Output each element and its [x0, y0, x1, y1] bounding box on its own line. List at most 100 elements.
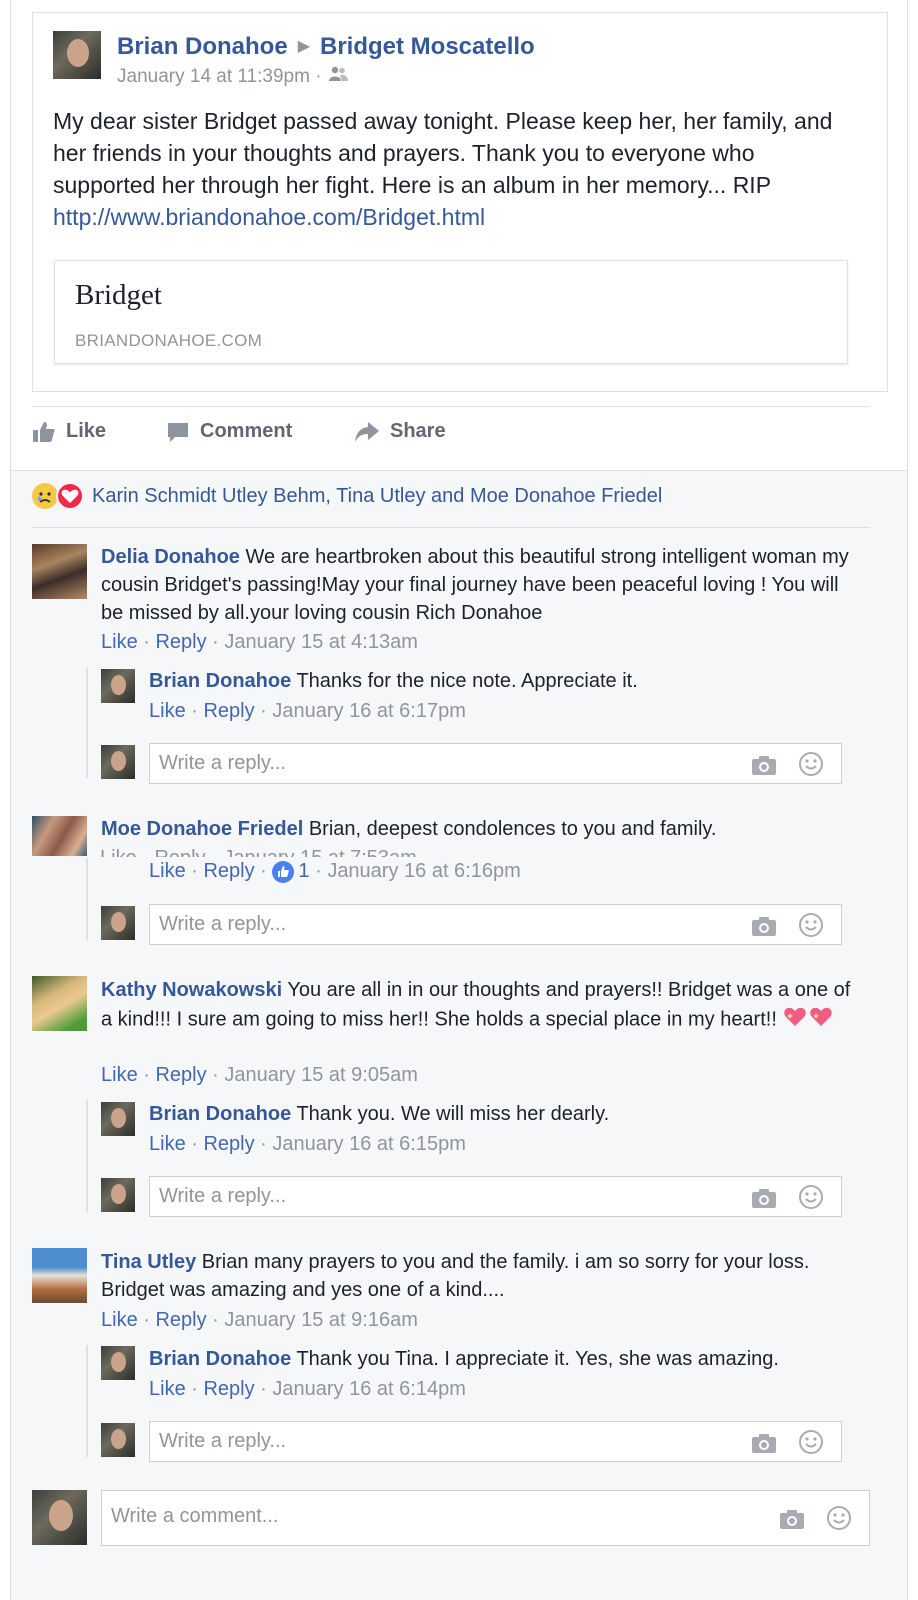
post-text: My dear sister Bridget passed away tonig…	[53, 108, 833, 230]
thread-line	[86, 1345, 88, 1457]
comment-body: Kathy Nowakowski You are all in in our t…	[101, 976, 861, 1036]
link-preview-domain: BRIANDONAHOE.COM	[75, 331, 263, 350]
comment-reply-link[interactable]: Reply	[155, 631, 206, 653]
reply-like-link[interactable]: Like	[149, 1133, 186, 1155]
reply-reply-link[interactable]: Reply	[203, 1133, 254, 1155]
link-preview-card[interactable]: Bridget BRIANDONAHOE.COM	[54, 260, 848, 364]
reply-like-link[interactable]: Like	[149, 860, 186, 883]
reply-actions: Like · Reply · January 16 at 6:17pm	[149, 700, 466, 722]
reply-timestamp[interactable]: January 16 at 6:16pm	[327, 860, 520, 883]
comment-body: Delia Donahoe We are heartbroken about t…	[101, 546, 849, 624]
sparkling-heart-icon	[782, 1004, 808, 1036]
share-button[interactable]: Share	[354, 420, 446, 443]
comment-timestamp[interactable]: January 15 at 4:13am	[224, 631, 417, 653]
post-timestamp-row: January 14 at 11:39pm ·	[117, 66, 349, 88]
divider	[32, 406, 870, 407]
target-name[interactable]: Bridget Moscatello	[320, 33, 535, 60]
comment-reply-link[interactable]: Reply	[155, 1064, 206, 1086]
commenter-avatar[interactable]	[32, 544, 87, 599]
commenter-name[interactable]: Tina Utley	[101, 1251, 196, 1273]
reply-timestamp[interactable]: January 16 at 6:17pm	[272, 700, 465, 722]
comment-reply-link[interactable]: Reply	[155, 1309, 206, 1331]
reply-avatar[interactable]	[101, 1102, 135, 1136]
reply-timestamp[interactable]: January 16 at 6:14pm	[272, 1378, 465, 1400]
camera-icon[interactable]	[751, 754, 777, 776]
comment-timestamp[interactable]: January 15 at 9:05am	[224, 1064, 417, 1086]
reply-body: Brian Donahoe Thank you Tina. I apprecia…	[149, 1348, 779, 1370]
reply-reply-link[interactable]: Reply	[203, 700, 254, 722]
camera-icon[interactable]	[751, 1187, 777, 1209]
my-avatar	[101, 906, 135, 940]
like-button[interactable]: Like	[32, 420, 106, 443]
reply-timestamp[interactable]: January 16 at 6:15pm	[272, 1133, 465, 1155]
reply-input[interactable]: Write a reply...	[149, 743, 842, 784]
reply-author-name[interactable]: Brian Donahoe	[149, 670, 291, 692]
reply-actions: Like · Reply · 1 · January 16 at 6:16pm	[149, 860, 521, 883]
smiley-icon[interactable]	[798, 1184, 824, 1210]
comment-like-link[interactable]: Like	[101, 631, 138, 653]
comment-body: Tina Utley Brian many prayers to you and…	[101, 1251, 810, 1301]
my-avatar	[101, 745, 135, 779]
commenter-name[interactable]: Moe Donahoe Friedel	[101, 818, 303, 840]
camera-icon[interactable]	[751, 1432, 777, 1454]
divider	[32, 527, 870, 528]
comment-icon	[168, 422, 188, 442]
thread-line	[86, 858, 88, 940]
post-timestamp[interactable]: January 14 at 11:39pm	[117, 66, 310, 87]
separator: ·	[315, 66, 322, 88]
commenter-avatar[interactable]	[32, 976, 87, 1031]
commenter-avatar[interactable]	[32, 1248, 87, 1303]
post-url-link[interactable]: http://www.briandonahoe.com/Bridget.html	[53, 204, 485, 230]
reply-author-name[interactable]: Brian Donahoe	[149, 1348, 291, 1370]
sad-reaction-icon	[32, 483, 58, 509]
my-avatar	[101, 1423, 135, 1457]
reply-author-name[interactable]: Brian Donahoe	[149, 1103, 291, 1125]
reply-like-link[interactable]: Like	[149, 1378, 186, 1400]
reply-body: Brian Donahoe Thanks for the nice note. …	[149, 670, 638, 692]
reply-avatar[interactable]	[101, 1346, 135, 1380]
comment-like-link[interactable]: Like	[101, 1064, 138, 1086]
thread-line	[86, 1100, 88, 1212]
commenter-name[interactable]: Kathy Nowakowski	[101, 979, 282, 1001]
comment-timestamp[interactable]: January 15 at 9:16am	[224, 1309, 417, 1331]
comment-button[interactable]: Comment	[166, 420, 292, 443]
my-avatar	[101, 1178, 135, 1212]
my-avatar	[32, 1490, 87, 1545]
smiley-icon[interactable]	[798, 1429, 824, 1455]
camera-icon[interactable]	[779, 1508, 805, 1530]
arrow-right-icon: ▶	[297, 38, 310, 55]
smiley-icon[interactable]	[826, 1505, 852, 1531]
reaction-names[interactable]: Karin Schmidt Utley Behm, Tina Utley and…	[92, 485, 662, 508]
reply-input[interactable]: Write a reply...	[149, 904, 842, 945]
reply-input[interactable]: Write a reply...	[149, 1421, 842, 1462]
camera-icon[interactable]	[751, 915, 777, 937]
reaction-count[interactable]: 1	[298, 860, 309, 883]
reply-input[interactable]: Write a reply...	[149, 1176, 842, 1217]
author-avatar[interactable]	[53, 31, 101, 79]
friends-icon[interactable]	[327, 66, 349, 88]
commenter-avatar[interactable]	[32, 816, 87, 856]
commenter-name[interactable]: Delia Donahoe	[101, 546, 240, 568]
thread-line	[86, 668, 88, 778]
like-reaction-badge-icon	[272, 860, 295, 883]
reply-reply-link[interactable]: Reply	[203, 1378, 254, 1400]
reply-like-link[interactable]: Like	[149, 700, 186, 722]
post-header: Brian Donahoe ▶ Bridget Moscatello	[117, 33, 535, 61]
reply-avatar[interactable]	[101, 669, 135, 703]
reply-actions: Like · Reply · January 16 at 6:15pm	[149, 1133, 466, 1155]
reply-reply-link[interactable]: Reply	[203, 860, 254, 883]
comment-input[interactable]: Write a comment...	[101, 1490, 870, 1546]
smiley-icon[interactable]	[798, 912, 824, 938]
reactions-summary[interactable]: Karin Schmidt Utley Behm, Tina Utley and…	[32, 480, 662, 512]
comment-actions: Like · Reply · January 15 at 4:13am	[101, 631, 418, 653]
smiley-icon[interactable]	[798, 751, 824, 777]
reply-body: Brian Donahoe Thank you. We will miss he…	[149, 1103, 610, 1125]
link-preview-title: Bridget	[75, 279, 162, 311]
author-name[interactable]: Brian Donahoe	[117, 33, 288, 60]
love-reaction-icon	[56, 482, 84, 510]
share-icon	[355, 421, 379, 442]
thumbs-up-icon	[33, 421, 55, 442]
comment-actions-clipped: Like · Reply · January 15 at 7:53am	[100, 847, 417, 857]
comment-like-link[interactable]: Like	[101, 1309, 138, 1331]
comment-actions: Like · Reply · January 15 at 9:16am	[101, 1309, 418, 1331]
